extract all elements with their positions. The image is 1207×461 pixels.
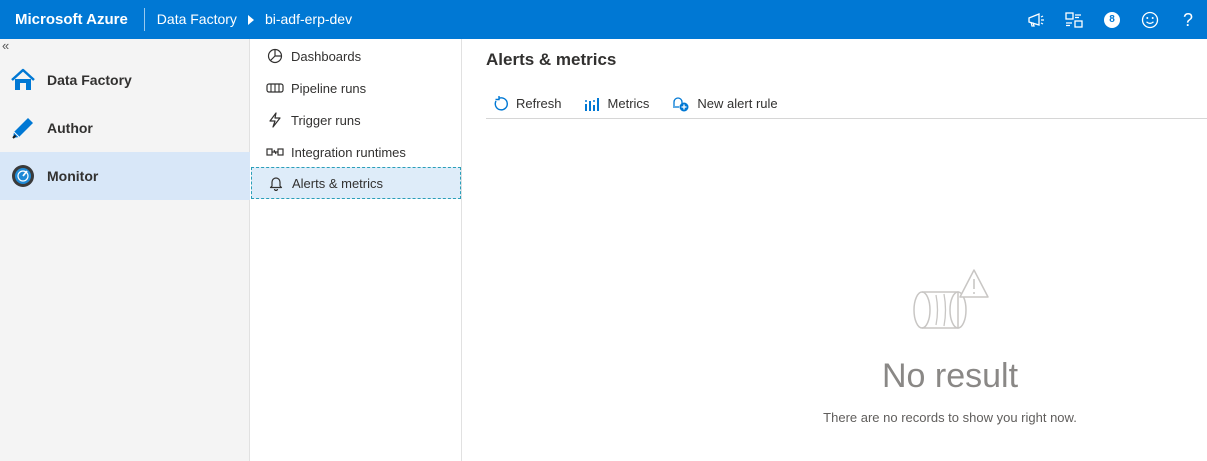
subnav-item-pipeline-runs[interactable]: Pipeline runs (251, 72, 461, 104)
switch-directory-icon[interactable] (1055, 0, 1093, 39)
metrics-icon (584, 97, 599, 111)
rail-item-author[interactable]: Author (0, 104, 250, 152)
notification-badge: 8 (1104, 11, 1120, 28)
monitor-gauge-icon (10, 163, 36, 189)
trigger-icon (266, 111, 284, 129)
top-icons: 8 ? (1017, 0, 1207, 39)
rail-item-label: Author (47, 120, 93, 136)
rail-item-monitor[interactable]: Monitor (0, 152, 250, 200)
subnav-item-trigger-runs[interactable]: Trigger runs (251, 104, 461, 136)
subnav-item-label: Trigger runs (291, 112, 361, 128)
new-alert-rule-button[interactable]: New alert rule (664, 96, 778, 112)
breadcrumb-data-factory[interactable]: Data Factory (157, 0, 237, 39)
left-rail: « Data Factory Author Monitor (0, 39, 250, 461)
bell-icon (267, 174, 285, 192)
metrics-button[interactable]: Metrics (577, 96, 650, 111)
subnav-item-label: Pipeline runs (291, 80, 367, 96)
page-title: Alerts & metrics (486, 50, 617, 69)
home-icon (10, 67, 36, 93)
collapse-chevron-icon[interactable]: « (2, 39, 9, 53)
toolbar: Refresh Metrics New alert rule (486, 89, 1207, 119)
pencil-icon (10, 115, 36, 141)
empty-state-title: No result (881, 357, 1019, 395)
dashboard-icon (266, 47, 284, 65)
integration-runtime-icon (266, 143, 284, 161)
feedback-megaphone-icon[interactable] (1017, 0, 1055, 39)
brand-title[interactable]: Microsoft Azure (0, 8, 145, 31)
refresh-label: Refresh (516, 96, 562, 111)
subnav-item-label: Alerts & metrics (292, 175, 384, 191)
subnav-item-integration-runtimes[interactable]: Integration runtimes (251, 136, 461, 168)
rail-item-label: Monitor (47, 168, 99, 184)
subnav-item-dashboards[interactable]: Dashboards (251, 40, 461, 72)
empty-state-subtitle: There are no records to show you right n… (823, 410, 1077, 425)
monitor-subnav: Dashboards Pipeline runs Trigger runs In… (251, 39, 462, 461)
top-bar: Microsoft Azure Data Factory bi-adf-erp-… (0, 0, 1207, 39)
refresh-icon (494, 95, 508, 111)
rail-item-label: Data Factory (47, 72, 132, 88)
help-icon[interactable]: ? (1169, 0, 1207, 39)
breadcrumb-chevron-icon (247, 14, 254, 25)
new-alert-icon (673, 96, 689, 111)
breadcrumb-factory-name[interactable]: bi-adf-erp-dev (265, 0, 352, 39)
help-label: ? (1182, 9, 1193, 30)
metrics-label: Metrics (607, 96, 650, 111)
subnav-item-alerts-metrics[interactable]: Alerts & metrics (251, 167, 461, 199)
empty-pipeline-warning-icon (913, 269, 989, 329)
refresh-button[interactable]: Refresh (486, 95, 562, 112)
rail-item-data-factory[interactable]: Data Factory (0, 56, 250, 104)
notifications-bell-icon[interactable]: 8 (1093, 0, 1131, 39)
main-content: Alerts & metrics Refresh Metrics New ale… (462, 39, 1207, 461)
subnav-item-label: Integration runtimes (291, 144, 406, 160)
pipeline-icon (266, 79, 284, 97)
smiley-feedback-icon[interactable] (1131, 0, 1169, 39)
new-alert-rule-label: New alert rule (697, 96, 778, 111)
subnav-item-label: Dashboards (291, 48, 362, 64)
